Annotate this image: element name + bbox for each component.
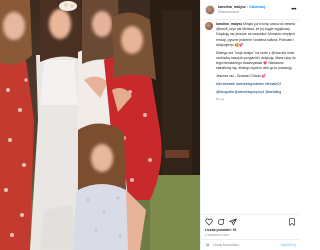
caption-time: 80 tyg. <box>216 97 226 102</box>
caption-mentions[interactable]: @fotografia @weselnegospot.pl @wedding <box>216 90 297 95</box>
heart-icon[interactable] <box>205 218 213 226</box>
post-side-panel: karolina_malysz • Obserwuj Świętochowice… <box>200 0 300 250</box>
author-avatar[interactable] <box>205 4 215 15</box>
bookmark-icon[interactable] <box>288 217 296 226</box>
caption-avatar[interactable] <box>205 22 213 30</box>
more-options-icon[interactable]: ••• <box>291 7 296 13</box>
post-meta: Liczba polubień: 91 2 SIERPNIA 2020 <box>205 228 296 238</box>
comment-input[interactable] <box>213 243 281 247</box>
smiley-icon[interactable]: ☺ <box>205 242 210 248</box>
comment-bar: ☺ Opublikuj <box>201 239 300 250</box>
share-icon[interactable] <box>229 218 237 226</box>
separator-dot: • <box>246 4 249 9</box>
caption-text: karolina_malysz Minęło już trochę czasu … <box>216 22 297 103</box>
post-caption: karolina_malysz Minęło już trochę czasu … <box>205 22 297 210</box>
author-info: karolina_malysz • Obserwuj Świętochowice <box>218 5 265 15</box>
follow-button[interactable]: Obserwuj <box>249 5 265 9</box>
post-actions <box>201 214 300 228</box>
post-photo[interactable] <box>0 0 200 250</box>
post-date: 2 SIERPNIA 2020 <box>205 233 229 237</box>
caption-username[interactable]: karolina_malysz <box>216 22 242 26</box>
caption-hashtags[interactable]: #tbt #wesele #weselnegosiedne #femaleDJ <box>216 82 297 87</box>
author-username[interactable]: karolina_malysz <box>218 5 246 9</box>
group-photo-image <box>0 0 200 250</box>
instagram-post: karolina_malysz • Obserwuj Świętochowice… <box>0 0 300 250</box>
publish-button[interactable]: Opublikuj <box>280 243 296 247</box>
caption-paragraph-3: Jeszcze raz - Gracias! Chicas 💕 <box>216 74 267 79</box>
caption-paragraph-2: Dlatego też "moje święto" na czele z @ri… <box>216 50 296 71</box>
post-header: karolina_malysz • Obserwuj Świętochowice… <box>201 0 300 20</box>
post-location[interactable]: Świętochowice <box>218 10 265 15</box>
comment-icon[interactable] <box>217 218 225 226</box>
